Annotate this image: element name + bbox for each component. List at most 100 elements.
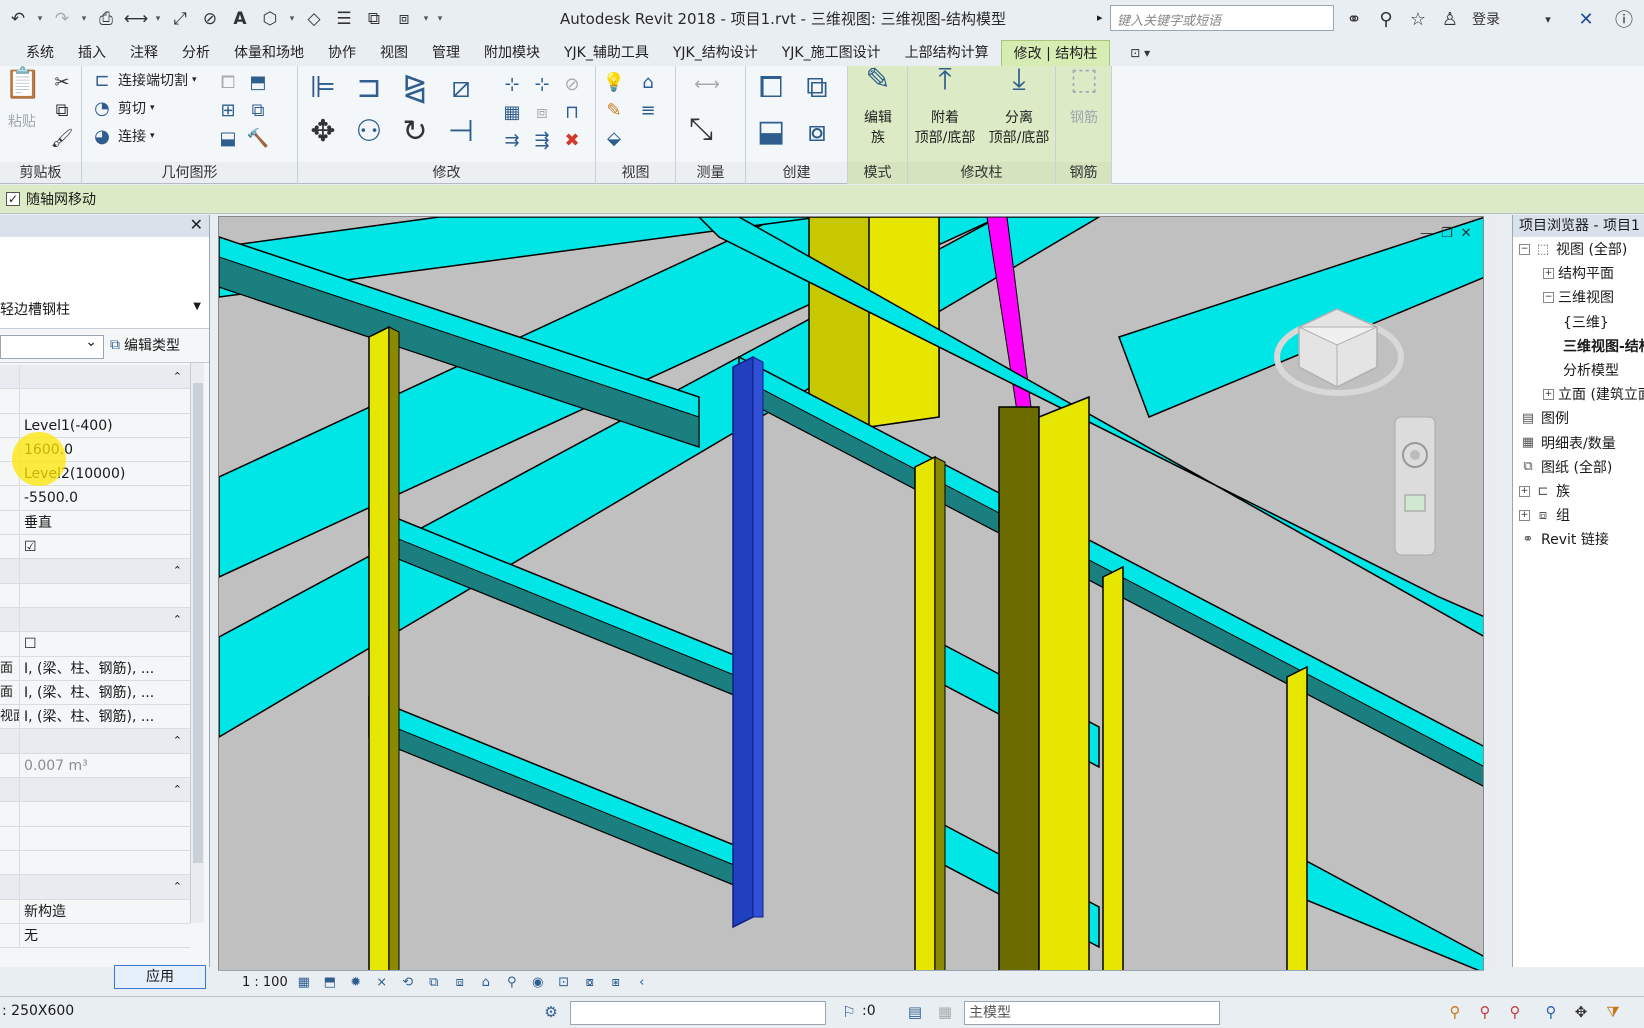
switch-windows-dropdown-icon[interactable]: ▾ — [420, 14, 432, 24]
tab-collaborate[interactable]: 协作 — [316, 40, 368, 66]
view-scale[interactable]: 1 : 100 — [242, 975, 288, 990]
edit-type-button[interactable]: ⧉ 编辑类型 — [110, 335, 180, 355]
tag-icon[interactable]: ⊘ — [196, 5, 224, 33]
tree-item[interactable]: ▦ 明细表/数量 — [1519, 433, 1616, 453]
viewport-vertical-scrollbar[interactable] — [1486, 216, 1502, 972]
scale-icon[interactable]: ⧈ — [530, 100, 554, 124]
user-icon[interactable]: ♙ — [1438, 7, 1462, 31]
linework-icon[interactable]: ✎ — [602, 98, 626, 122]
tab-analyze[interactable]: 分析 — [170, 40, 222, 66]
expand-arrow-icon[interactable]: ▸ — [1097, 11, 1103, 24]
property-section-header[interactable]: ⌃ — [0, 875, 190, 900]
help-icon[interactable]: ⓘ — [1612, 7, 1636, 31]
worksets-icon[interactable]: ⚙ — [540, 1001, 562, 1023]
redo-dropdown-icon[interactable]: ▾ — [78, 14, 90, 24]
attach-top-base-button[interactable]: ⤒ 附着 顶部/底部 — [910, 65, 980, 148]
restore-icon[interactable]: ❐ — [1441, 226, 1453, 241]
tree-item[interactable]: + 立面 (建筑立面) — [1543, 384, 1644, 404]
property-row[interactable]: 面 I, (梁、柱、钢筋), ... — [0, 656, 190, 681]
visual-style-icon[interactable]: ⬒ — [320, 973, 340, 993]
property-row[interactable]: 视面I, (梁、柱、钢筋), ... — [0, 705, 190, 730]
property-row[interactable]: ☑ — [0, 535, 190, 560]
expand-icon[interactable]: + — [1519, 509, 1530, 521]
close-view-icon[interactable]: ✕ — [1461, 226, 1472, 241]
property-value[interactable]: ☑ — [20, 535, 190, 558]
trim-single-icon[interactable]: ⇶ — [530, 128, 554, 152]
render-icon[interactable]: ⟲ — [398, 973, 418, 993]
property-row[interactable]: 0.007 m³ — [0, 753, 190, 779]
tree-item[interactable]: ⚭ Revit 链接 — [1519, 529, 1609, 549]
split-gap-icon[interactable]: ⊹ — [530, 72, 554, 96]
property-value[interactable] — [20, 851, 190, 874]
navigation-bar[interactable] — [1394, 416, 1436, 556]
property-row[interactable] — [0, 802, 190, 827]
binoculars-icon[interactable]: ⚭ — [1342, 7, 1366, 31]
property-value[interactable]: 无 — [20, 924, 190, 947]
property-value[interactable] — [20, 389, 190, 412]
pin-icon[interactable]: ⊓ — [560, 100, 584, 124]
property-row[interactable] — [0, 850, 190, 876]
lightbulb-icon[interactable]: 💡 — [602, 70, 626, 94]
3d-view-dropdown-icon[interactable]: ▾ — [286, 14, 298, 24]
split-element-icon[interactable]: ⊹ — [500, 72, 524, 96]
property-row[interactable] — [0, 583, 190, 608]
close-hidden-icon[interactable]: ⧉ — [360, 5, 388, 33]
property-value[interactable] — [20, 584, 190, 607]
collapse-icon[interactable]: ⌃ — [20, 778, 190, 801]
exclude-options-icon[interactable]: ▦ — [934, 1001, 956, 1023]
property-value[interactable] — [20, 802, 190, 825]
tree-item[interactable]: 三维视图-结构模型 — [1563, 336, 1644, 356]
align-icon[interactable]: ⊫ — [304, 68, 342, 106]
section-icon[interactable]: ◇ — [300, 5, 328, 33]
customize-qat-icon[interactable]: ▾ — [434, 14, 446, 24]
sun-path-icon[interactable]: ✹ — [346, 973, 366, 993]
create-parts-icon[interactable]: ⧉ — [798, 68, 836, 106]
property-section-header[interactable]: ⌃ — [0, 365, 190, 390]
measure-dropdown-icon[interactable]: ▾ — [152, 14, 164, 24]
override-graphics-icon[interactable]: ⌂ — [636, 70, 660, 94]
3d-viewport[interactable] — [218, 216, 1484, 972]
undo-icon[interactable]: ↶ — [4, 5, 32, 33]
redo-icon[interactable]: ↷ — [48, 5, 76, 33]
temp-hide-icon[interactable]: ⚲ — [502, 973, 522, 993]
array-icon[interactable]: ▦ — [500, 100, 524, 124]
scroll-left-icon[interactable]: ‹ — [632, 973, 652, 993]
highlight-displacement-icon[interactable]: ⧇ — [580, 973, 600, 993]
cut-icon[interactable]: ✂ — [50, 70, 74, 94]
move-icon[interactable]: ✥ — [304, 112, 342, 150]
ribbon-minimize-icon[interactable]: ⊡ ▾ — [1130, 40, 1150, 66]
3d-view-icon[interactable]: ⬡ — [256, 5, 284, 33]
exchange-icon[interactable]: ✕ — [1574, 7, 1598, 31]
filter-icon[interactable]: ⧩ — [1602, 1001, 1624, 1023]
trim-icon[interactable]: ⊣ — [442, 112, 480, 150]
selected-column[interactable] — [732, 355, 764, 929]
tab-addins[interactable]: 附加模块 — [472, 40, 552, 66]
paste-button[interactable]: 📋 粘贴 — [4, 69, 41, 132]
tree-item[interactable]: + 结构平面 — [1543, 263, 1614, 283]
type-selector[interactable]: 轻边槽钢柱 ▼ — [0, 237, 209, 329]
show-crop-icon[interactable]: ⧈ — [450, 973, 470, 993]
mirror-axis-icon[interactable]: ⧎ — [396, 68, 434, 106]
chevron-down-icon[interactable]: ▼ — [193, 301, 201, 312]
switch-windows-icon[interactable]: ⧈ — [390, 5, 418, 33]
collapse-icon[interactable]: − — [1519, 243, 1530, 255]
structural-model-canvas[interactable] — [219, 217, 1484, 972]
copy-element-icon[interactable]: ⚇ — [350, 112, 388, 150]
wall-joins-icon[interactable]: ⊞ — [216, 98, 240, 122]
scrollbar-thumb[interactable] — [193, 383, 203, 863]
demolish-icon[interactable]: ⧉ — [246, 98, 270, 122]
collapse-icon[interactable]: ⌃ — [20, 875, 190, 898]
reveal-hidden-icon[interactable]: ◉ — [528, 973, 548, 993]
close-icon[interactable]: ✕ — [190, 215, 203, 234]
expand-icon[interactable]: + — [1543, 388, 1554, 400]
property-row[interactable]: -5500.0 — [0, 486, 190, 511]
tab-yjk-structure[interactable]: YJK_结构设计 — [661, 40, 770, 66]
undo-dropdown-icon[interactable]: ▾ — [34, 14, 46, 24]
select-links-icon[interactable]: ⚲ — [1444, 1001, 1466, 1023]
drag-elements-icon[interactable]: ✥ — [1570, 1001, 1592, 1023]
tree-item[interactable]: − ⬚ 视图 (全部) — [1519, 239, 1627, 259]
apply-button[interactable]: 应用 — [114, 965, 206, 989]
unpin-icon[interactable]: ⊘ — [560, 72, 584, 96]
select-by-face-icon[interactable]: ⚲ — [1540, 1001, 1562, 1023]
property-section-header[interactable]: ⌃ — [0, 559, 190, 584]
